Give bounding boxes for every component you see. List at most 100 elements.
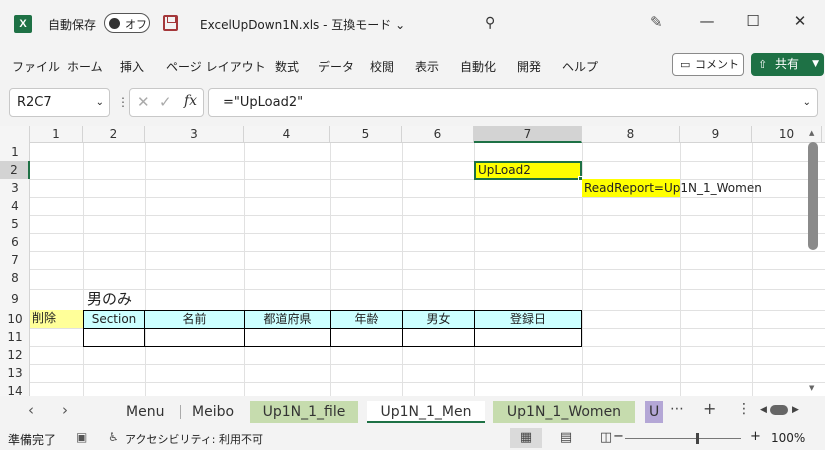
row-header[interactable]: 14	[0, 382, 30, 396]
tab-next-icon[interactable]: ›	[62, 401, 68, 419]
macro-record-icon[interactable]: ▣	[76, 430, 87, 444]
sheet-tab-up1n-1-file[interactable]: Up1N_1_file	[250, 401, 358, 423]
document-title[interactable]: ExcelUpDown1N.xls - 互換モード ⌄	[200, 16, 405, 33]
save-icon[interactable]	[163, 15, 178, 31]
menu-automate[interactable]: 自動化	[460, 58, 496, 75]
zoom-out-icon[interactable]: −	[613, 429, 624, 444]
menu-home[interactable]: ホーム	[67, 58, 103, 75]
cell-r11c3[interactable]	[144, 328, 245, 347]
enter-icon[interactable]: ✓	[159, 93, 172, 111]
menu-help[interactable]: ヘルプ	[562, 58, 598, 75]
row-header[interactable]: 12	[0, 346, 30, 364]
sheet-tab-menu[interactable]: Menu	[116, 401, 174, 423]
zoom-slider-thumb[interactable]	[696, 433, 699, 444]
expand-formula-icon[interactable]: ⌄	[803, 89, 811, 116]
cell-r10c1[interactable]: 削除	[30, 310, 83, 328]
gridline	[30, 269, 825, 270]
cell-r10c4[interactable]: 都道府県	[244, 310, 331, 329]
insert-function-icon[interactable]: fx	[184, 93, 197, 109]
menu-insert[interactable]: 挿入	[120, 58, 144, 75]
row-header[interactable]: 13	[0, 364, 30, 382]
more-options-icon[interactable]: ⋮	[117, 95, 129, 109]
row-header[interactable]: 11	[0, 328, 30, 346]
cell-r9c2[interactable]: 男のみ	[87, 289, 132, 309]
cell-r10c5[interactable]: 年齢	[330, 310, 403, 329]
autosave-toggle[interactable]: オフ	[104, 13, 150, 33]
cell-r10c3[interactable]: 名前	[144, 310, 245, 329]
menu-review[interactable]: 校閲	[370, 58, 394, 75]
row-header[interactable]: 1	[0, 143, 30, 161]
cell-r11c2[interactable]	[83, 328, 145, 347]
cell-r11c6[interactable]	[402, 328, 475, 347]
search-icon[interactable]: ⚲	[485, 15, 495, 31]
menu-file[interactable]: ファイル	[12, 58, 60, 75]
menu-data[interactable]: データ	[318, 58, 354, 75]
excel-logo-icon: X	[14, 15, 32, 33]
sheet-tab-up1n-1-women[interactable]: Up1N_1_Women	[493, 401, 635, 423]
cell-r10c2[interactable]: Section	[83, 310, 145, 329]
column-header[interactable]: 8	[582, 126, 680, 143]
menu-page-layout[interactable]: ページ レイアウト	[166, 58, 266, 75]
row-header[interactable]: 6	[0, 233, 30, 251]
scroll-up-icon[interactable]: ▲	[809, 129, 814, 137]
chevron-down-icon[interactable]: ⌄	[96, 89, 104, 116]
row-header[interactable]: 9	[0, 289, 30, 310]
column-header[interactable]: 6	[402, 126, 474, 143]
horizontal-scrollbar-thumb[interactable]	[770, 405, 788, 415]
column-header[interactable]: 3	[145, 126, 244, 143]
share-button[interactable]: ⇧ 共有 ▼	[751, 53, 824, 76]
row-header[interactable]: 5	[0, 215, 30, 233]
menu-formulas[interactable]: 数式	[275, 58, 299, 75]
cell-r10c7[interactable]: 登録日	[474, 310, 582, 329]
row-header[interactable]: 8	[0, 269, 30, 287]
close-button[interactable]: ✕	[790, 12, 810, 30]
column-header[interactable]: 2	[83, 126, 145, 143]
cell-r11c4[interactable]	[244, 328, 331, 347]
comment-button[interactable]: ▭ コメント	[672, 53, 744, 76]
cancel-icon[interactable]: ✕	[137, 93, 150, 111]
tab-options-icon[interactable]: ⋮	[737, 401, 751, 417]
sheet-tab-up1n-1-men[interactable]: Up1N_1_Men	[367, 401, 485, 423]
vertical-scrollbar-thumb[interactable]	[808, 142, 818, 250]
cell-r10c6[interactable]: 男女	[402, 310, 475, 329]
spreadsheet-grid[interactable]: 1 2 3 4 5 6 7 8 9 10 1 2 3 4 5 6 7 8 9 1…	[0, 126, 825, 396]
row-header[interactable]: 4	[0, 197, 30, 215]
formula-input[interactable]: ="UpLoad2" ⌄	[208, 88, 818, 117]
chevron-down-icon[interactable]: ▼	[812, 53, 819, 76]
menu-developer[interactable]: 開発	[517, 58, 541, 75]
tab-prev-icon[interactable]: ‹	[28, 401, 34, 419]
zoom-slider[interactable]	[625, 438, 741, 439]
column-header[interactable]: 5	[330, 126, 402, 143]
more-sheets-icon[interactable]: ⋯	[670, 401, 684, 417]
accessibility-icon[interactable]: ♿	[108, 430, 119, 444]
scroll-down-icon[interactable]: ▼	[809, 384, 814, 392]
name-box[interactable]: R2C7 ⌄	[9, 88, 110, 117]
cell-r2c7-active[interactable]: UpLoad2	[474, 161, 582, 180]
zoom-in-icon[interactable]: +	[750, 429, 761, 444]
column-header[interactable]: 9	[680, 126, 752, 143]
cell-r3c8[interactable]: ReadReport=Up1N_1_Women	[584, 180, 762, 197]
normal-view-icon[interactable]: ▦	[510, 428, 542, 448]
accessibility-status[interactable]: アクセシビリティ: 利用不可	[125, 431, 263, 447]
menu-view[interactable]: 表示	[415, 58, 439, 75]
row-header[interactable]: 3	[0, 179, 30, 197]
row-header[interactable]: 10	[0, 310, 30, 328]
page-layout-view-icon[interactable]: ▤	[550, 428, 582, 448]
row-header-selected[interactable]: 2	[0, 161, 30, 179]
zoom-level[interactable]: 100%	[771, 431, 805, 445]
add-sheet-icon[interactable]: +	[703, 399, 716, 418]
row-header[interactable]: 7	[0, 251, 30, 269]
column-header[interactable]: 4	[244, 126, 330, 143]
designer-pen-icon[interactable]: ✎	[650, 13, 663, 31]
gridline	[30, 364, 825, 365]
minimize-button[interactable]: —	[697, 12, 717, 30]
maximize-button[interactable]: ☐	[743, 12, 763, 30]
scroll-left-icon[interactable]: ◀	[760, 405, 767, 415]
sheet-tab-meibo[interactable]: Meibo	[182, 401, 244, 423]
cell-r11c5[interactable]	[330, 328, 403, 347]
column-header-selected[interactable]: 7	[474, 126, 582, 143]
scroll-right-icon[interactable]: ▶	[792, 405, 799, 415]
column-header[interactable]: 1	[30, 126, 83, 143]
sheet-tab-u[interactable]: U	[645, 401, 664, 423]
cell-r11c7[interactable]	[474, 328, 582, 347]
